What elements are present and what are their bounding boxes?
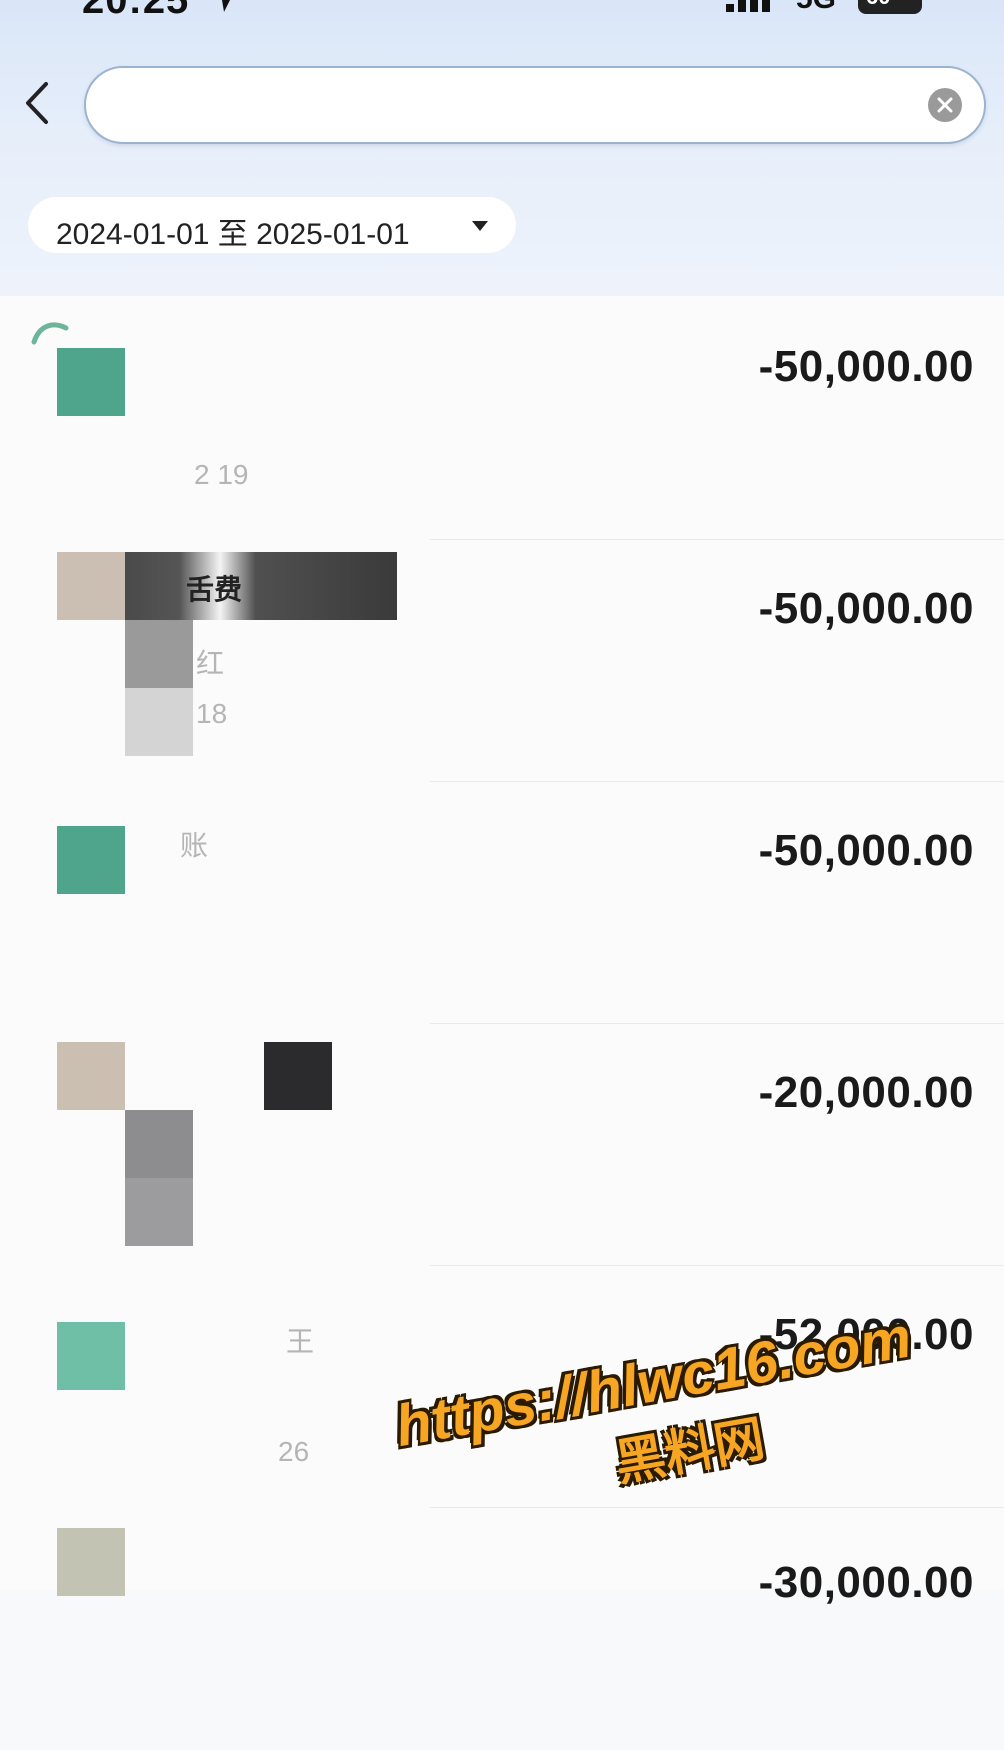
status-time: 20:25 [82,0,190,22]
pixelated-block [125,688,193,756]
battery-level: 60 [866,0,890,10]
transaction-amount: -50,000.00 [758,826,974,875]
location-arrow-icon [222,0,230,12]
pixelated-block [264,1042,332,1110]
pixelated-block [125,1110,193,1178]
transaction-amount: -50,000.00 [758,584,974,633]
pixelated-block [125,1178,193,1246]
transaction-time: 2 19 [194,459,249,490]
transaction-title: 王 [286,1326,315,1357]
transaction-time: 18 [196,698,228,729]
signal-icon [726,0,774,12]
close-icon [937,97,953,113]
transaction-row[interactable]: 舌费 红 18 -50,000.00 [0,538,1004,782]
clear-search-button[interactable] [928,88,962,122]
transaction-amount: -50,000.00 [758,342,974,391]
page-header: 20:25 5G 60 2024-01-01 至 2025-01-01 [0,0,1004,296]
avatar [57,348,125,416]
search-input[interactable] [116,84,900,126]
transaction-row[interactable]: 2 19 -50,000.00 [0,296,1004,540]
avatar [57,552,125,620]
avatar [57,1042,125,1110]
transaction-amount: -30,000.00 [758,1558,974,1607]
status-bar: 20:25 5G 60 [0,0,1004,30]
chevron-left-icon [26,82,48,124]
logo-fragment-icon [31,322,69,345]
pixelated-title [125,552,397,620]
search-box[interactable] [84,66,986,144]
avatar [57,826,125,894]
transaction-amount: -20,000.00 [758,1068,974,1117]
transaction-subtitle: 红 [196,648,225,679]
transaction-title: 账 [180,830,209,861]
date-range-label: 2024-01-01 至 2025-01-01 [56,218,410,251]
caret-down-icon [472,221,488,231]
pixelated-block [125,620,193,688]
back-button[interactable] [16,78,60,128]
battery-icon: 60 [858,0,922,14]
transaction-row[interactable]: -30,000.00 [0,1506,1004,1750]
avatar [57,1322,125,1390]
transaction-row[interactable]: -20,000.00 [0,1022,1004,1266]
transaction-time: 26 [278,1436,310,1467]
avatar [57,1528,125,1596]
date-range-filter[interactable]: 2024-01-01 至 2025-01-01 [28,197,516,253]
network-type: 5G [796,0,836,16]
transaction-title: 舌费 [186,574,243,605]
transaction-row[interactable]: 账 -50,000.00 [0,780,1004,1024]
